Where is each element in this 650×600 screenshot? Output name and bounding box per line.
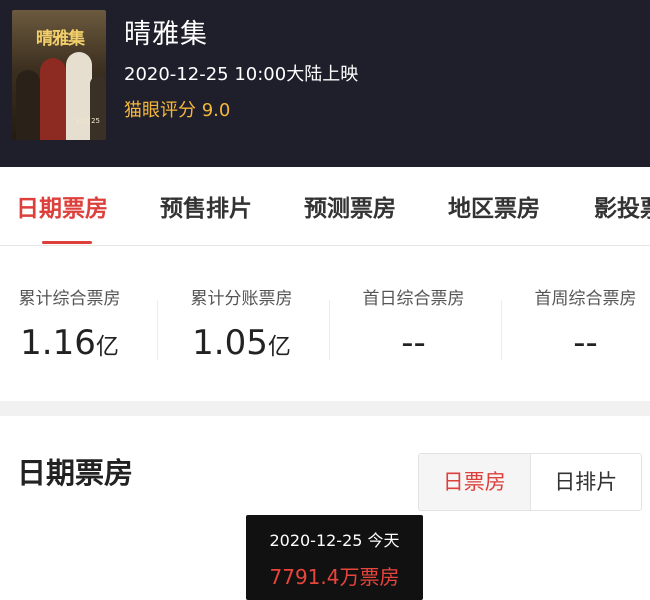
- tab-cinema-investment[interactable]: 影投票: [594, 189, 650, 223]
- stat-label: 首周综合票房: [534, 289, 637, 309]
- stat-divider: [157, 300, 158, 360]
- movie-poster[interactable]: 晴雅集 12月25: [12, 10, 106, 140]
- stat-number: 1.05: [192, 323, 268, 363]
- section-divider: [0, 401, 650, 416]
- stat-unit: 亿: [95, 334, 119, 360]
- daily-box-office-button[interactable]: 日票房: [419, 454, 531, 510]
- daily-schedule-button[interactable]: 日排片: [531, 454, 642, 510]
- chart-mode-toggle: 日票房 日排片: [418, 453, 642, 511]
- stat-cumulative-split: 累计分账票房 1.05亿: [159, 270, 324, 367]
- stat-unit: 亿: [267, 334, 291, 360]
- stat-number: --: [401, 323, 426, 363]
- box-office-stats: 累计综合票房 1.16亿 累计分账票房 1.05亿 首日综合票房 -- 首周综合…: [0, 270, 650, 380]
- tab-forecast-box-office[interactable]: 预测票房: [304, 189, 396, 223]
- tooltip-value: 7791.4万票房: [269, 565, 400, 589]
- chart-tooltip: 2020-12-25 今天 7791.4万票房: [246, 515, 423, 600]
- tab-presale-schedule[interactable]: 预售排片: [160, 189, 252, 223]
- stat-label: 累计分账票房: [190, 289, 293, 309]
- stat-first-week: 首周综合票房 --: [503, 270, 650, 367]
- poster-title-art: 晴雅集: [36, 29, 85, 49]
- movie-header: 晴雅集 12月25 晴雅集 2020-12-25 10:00大陆上映 猫眼评分 …: [0, 0, 650, 167]
- stat-label: 累计综合票房: [18, 289, 121, 309]
- stat-value: --: [331, 323, 496, 367]
- stat-number: 1.16: [20, 323, 96, 363]
- tooltip-date: 2020-12-25 今天: [269, 531, 400, 550]
- stat-value: --: [503, 323, 650, 367]
- stat-value: 1.05亿: [159, 323, 324, 367]
- active-tab-indicator: [42, 241, 92, 244]
- stat-divider: [329, 300, 330, 360]
- poster-figure-left: [16, 70, 40, 140]
- maoyan-rating: 猫眼评分 9.0: [124, 100, 231, 121]
- tab-regional-box-office[interactable]: 地区票房: [448, 189, 540, 223]
- movie-title: 晴雅集: [124, 19, 208, 50]
- poster-figure-far-right: [90, 76, 106, 140]
- poster-date-text: 12月25: [75, 117, 100, 125]
- stat-cumulative-total: 累计综合票房 1.16亿: [0, 270, 152, 367]
- stat-divider: [501, 300, 502, 360]
- section-title: 日期票房: [17, 456, 134, 490]
- stat-first-day: 首日综合票房 --: [331, 270, 496, 367]
- release-info: 2020-12-25 10:00大陆上映: [124, 64, 359, 85]
- poster-figure-center: [40, 58, 66, 140]
- stat-value: 1.16亿: [0, 323, 152, 367]
- stat-label: 首日综合票房: [362, 289, 465, 309]
- stat-number: --: [573, 323, 598, 363]
- tab-bar: 日期票房 预售排片 预测票房 地区票房 影投票: [0, 167, 650, 246]
- poster-figure-right: [66, 52, 92, 140]
- tab-daily-box-office[interactable]: 日期票房: [16, 189, 108, 223]
